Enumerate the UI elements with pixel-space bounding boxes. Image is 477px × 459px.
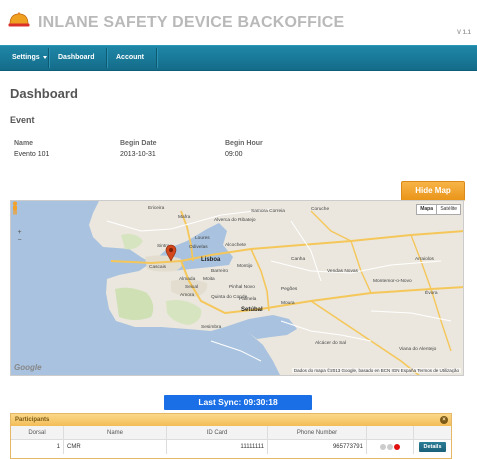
app-header: INLANE SAFETY DEVICE BACKOFFICE V 1.1 bbox=[0, 0, 477, 45]
map-label: Viana do Alentejo bbox=[399, 347, 437, 352]
map-label: Coruche bbox=[311, 207, 330, 212]
status-light-icon bbox=[387, 443, 393, 450]
event-begin-hour-value: 09:00 bbox=[225, 151, 243, 158]
nav-settings-label: Settings bbox=[12, 54, 40, 61]
map-label: Moura bbox=[281, 301, 295, 306]
event-begin-date-value: 2013-10-31 bbox=[120, 151, 156, 158]
cell-dorsal: 1 bbox=[11, 439, 64, 454]
street-view-pegman-icon[interactable] bbox=[11, 201, 19, 215]
map-label: Loures bbox=[195, 236, 210, 241]
cell-name: CMR bbox=[63, 439, 167, 454]
cell-phone: 965773791 bbox=[267, 439, 367, 454]
details-button[interactable]: Details bbox=[419, 442, 446, 452]
column-header-actions bbox=[413, 426, 451, 440]
hardhat-icon bbox=[8, 12, 30, 27]
map-label: Vendas Novas bbox=[327, 269, 358, 274]
map-label: Seixal bbox=[185, 285, 199, 290]
column-header-dorsal[interactable]: Dorsal bbox=[11, 426, 64, 440]
status-light-icon bbox=[394, 443, 400, 450]
app-version: V 1.1 bbox=[456, 30, 471, 36]
map-label: Barreiro bbox=[211, 269, 229, 274]
event-name-label: Name bbox=[14, 140, 34, 147]
map-label: Pegões bbox=[281, 287, 298, 292]
status-light-icon bbox=[380, 443, 386, 450]
map-label: Sesimbra bbox=[201, 325, 222, 330]
map-label: Moita bbox=[203, 277, 215, 282]
map-attribution[interactable]: Dados do mapa ©2013 Google, basado en BC… bbox=[291, 368, 461, 373]
cell-status bbox=[366, 439, 414, 454]
close-icon[interactable]: × bbox=[440, 416, 448, 424]
column-header-status bbox=[366, 426, 414, 440]
page-title: Dashboard bbox=[10, 86, 78, 101]
map-view[interactable]: + − Mapa Satélite Ericeira Mafra Alverca… bbox=[10, 200, 464, 376]
map-label: Montijo bbox=[237, 264, 253, 269]
participants-table: Dorsal Name ID Card Phone Number 1 CMR 1… bbox=[11, 426, 451, 454]
caret-down-icon bbox=[42, 55, 47, 59]
event-begin-date-label: Begin Date bbox=[120, 140, 157, 147]
participants-panel: Participants × Dorsal Name ID Card Phone… bbox=[10, 413, 452, 459]
zoom-in-button[interactable]: + bbox=[16, 229, 23, 236]
participants-title: Participants bbox=[15, 417, 50, 423]
map-label: Arraiolos bbox=[415, 257, 434, 262]
last-sync-indicator: Last Sync: 09:30:18 bbox=[164, 395, 312, 410]
cell-actions: Details bbox=[414, 440, 452, 455]
column-header-phone[interactable]: Phone Number bbox=[267, 426, 367, 440]
map-label: Canha bbox=[291, 257, 306, 262]
event-begin-hour-label: Begin Hour bbox=[225, 140, 263, 147]
column-header-id-card[interactable]: ID Card bbox=[166, 426, 268, 440]
event-section-title: Event bbox=[10, 115, 35, 125]
participants-header: Participants × bbox=[11, 414, 451, 426]
nav-dashboard[interactable]: Dashboard bbox=[50, 46, 103, 70]
cell-id-card: 11111111 bbox=[166, 439, 268, 454]
map-label: Odivelas bbox=[189, 245, 208, 250]
map-label: Amora bbox=[180, 293, 195, 298]
nav-divider bbox=[156, 48, 157, 68]
map-label-city: Setúbal bbox=[241, 307, 263, 313]
map-label: Alcácer do Sal bbox=[315, 341, 346, 346]
zoom-out-button[interactable]: − bbox=[16, 237, 23, 244]
map-label: Palmela bbox=[239, 297, 257, 302]
map-label: Mafra bbox=[178, 215, 191, 220]
map-label: Samora Correia bbox=[251, 209, 285, 214]
table-header-row: Dorsal Name ID Card Phone Number bbox=[11, 426, 451, 440]
map-label: Montemor-o-Novo bbox=[373, 279, 412, 284]
event-name-value: Evento 101 bbox=[14, 151, 50, 158]
map-type-map-button[interactable]: Mapa bbox=[416, 204, 437, 215]
hide-map-button[interactable]: Hide Map bbox=[401, 181, 465, 201]
column-header-name[interactable]: Name bbox=[63, 426, 167, 440]
map-label: Évora bbox=[425, 291, 438, 296]
nav-account[interactable]: Account bbox=[108, 46, 152, 70]
map-pin-icon[interactable] bbox=[165, 244, 177, 262]
map-label: Pinhal Novo bbox=[229, 285, 255, 290]
app-title: INLANE SAFETY DEVICE BACKOFFICE bbox=[38, 14, 345, 31]
table-row[interactable]: 1 CMR 11111111 965773791 Details bbox=[11, 439, 452, 455]
nav-divider bbox=[48, 48, 49, 68]
map-label: Cascais bbox=[149, 265, 167, 270]
map-label: Ericeira bbox=[148, 206, 165, 211]
nav-divider bbox=[106, 48, 107, 68]
main-navbar: Settings Dashboard Account bbox=[0, 45, 477, 71]
map-type-satellite-button[interactable]: Satélite bbox=[436, 204, 461, 215]
map-label: Alcochete bbox=[225, 243, 247, 248]
google-logo: Google bbox=[14, 363, 42, 372]
map-label: Almada bbox=[179, 277, 196, 282]
map-label-city: Lisboa bbox=[201, 257, 221, 263]
map-label: Alverca do Ribatejo bbox=[214, 218, 256, 223]
